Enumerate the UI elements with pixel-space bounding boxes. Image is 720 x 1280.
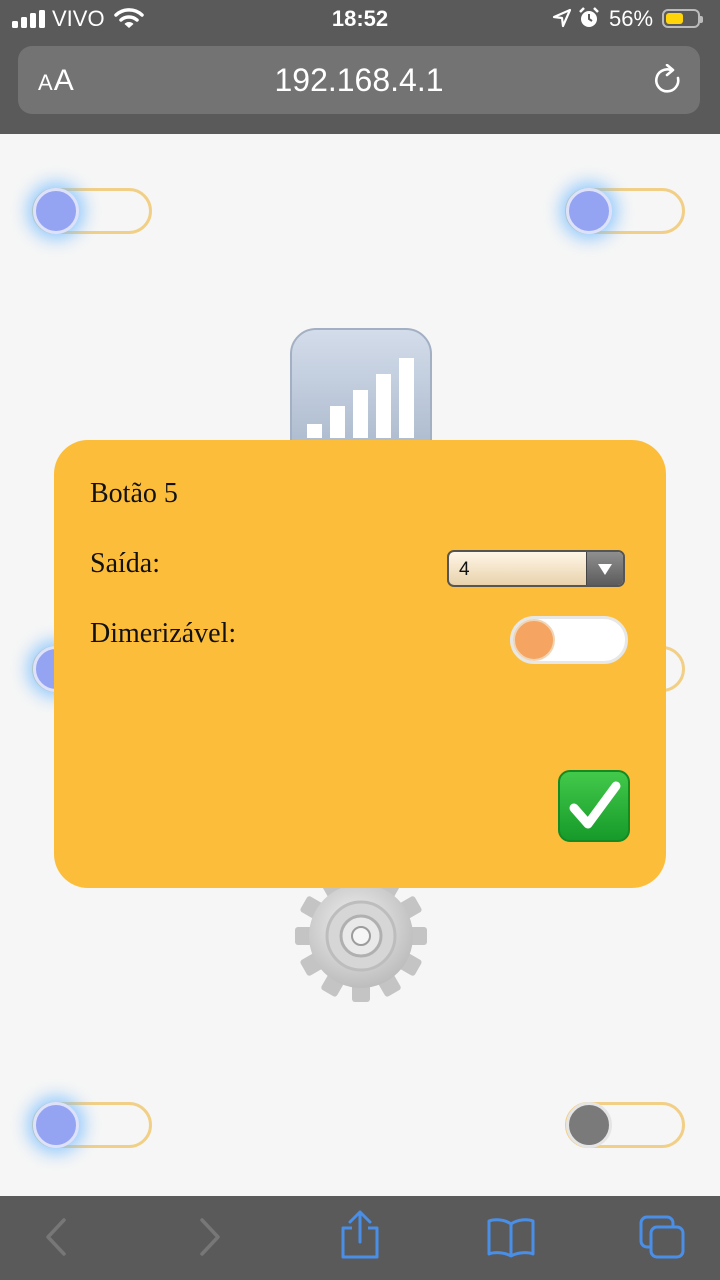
toggle-top-left[interactable]: [32, 188, 152, 234]
share-icon[interactable]: [338, 1210, 382, 1260]
browser-header: VIVO 18:52 56% AA 192.168.4.1: [0, 0, 720, 134]
address-bar[interactable]: AA 192.168.4.1: [18, 46, 700, 114]
toggle-knob: [33, 188, 79, 234]
toggle-top-right[interactable]: [565, 188, 685, 234]
output-select[interactable]: 4: [447, 550, 625, 587]
location-icon: [552, 8, 572, 28]
toggle-knob: [566, 188, 612, 234]
button-config-dialog: Botão 5 Saída: 4 Dimerizável:: [54, 440, 666, 888]
bar-chart-bar: [376, 374, 391, 438]
dimmable-switch[interactable]: [510, 616, 628, 664]
output-select-value: 4: [459, 559, 470, 580]
bar-chart-bar: [353, 390, 368, 438]
forward-icon[interactable]: [194, 1214, 224, 1260]
bookmarks-icon[interactable]: [486, 1216, 536, 1258]
alarm-icon: [579, 7, 599, 27]
gear-icon[interactable]: [288, 868, 434, 1008]
switch-knob: [513, 619, 555, 661]
bar-chart-bar: [330, 406, 345, 438]
toggle-bottom-left[interactable]: [32, 1102, 152, 1148]
dimmable-label: Dimerizável:: [90, 618, 237, 649]
toggle-knob: [566, 1102, 612, 1148]
tabs-icon[interactable]: [638, 1214, 686, 1260]
back-icon[interactable]: [42, 1214, 72, 1260]
bar-chart-bar: [307, 424, 322, 438]
bar-chart-bar: [399, 358, 414, 438]
toggle-bottom-right[interactable]: [565, 1102, 685, 1148]
battery-percent: 56%: [609, 6, 654, 31]
check-mark-icon: [569, 781, 621, 829]
chevron-down-icon: [586, 552, 623, 585]
url-text[interactable]: 192.168.4.1: [18, 62, 700, 99]
toggle-knob: [33, 1102, 79, 1148]
browser-toolbar: [0, 1196, 720, 1280]
reload-icon[interactable]: [652, 64, 684, 98]
battery-icon: [662, 9, 703, 28]
confirm-button[interactable]: [558, 770, 630, 842]
dialog-title: Botão 5: [90, 478, 178, 509]
output-label: Saída:: [90, 548, 160, 579]
status-bar: VIVO 18:52 56%: [0, 0, 720, 40]
battery-level-fill: [666, 13, 683, 24]
